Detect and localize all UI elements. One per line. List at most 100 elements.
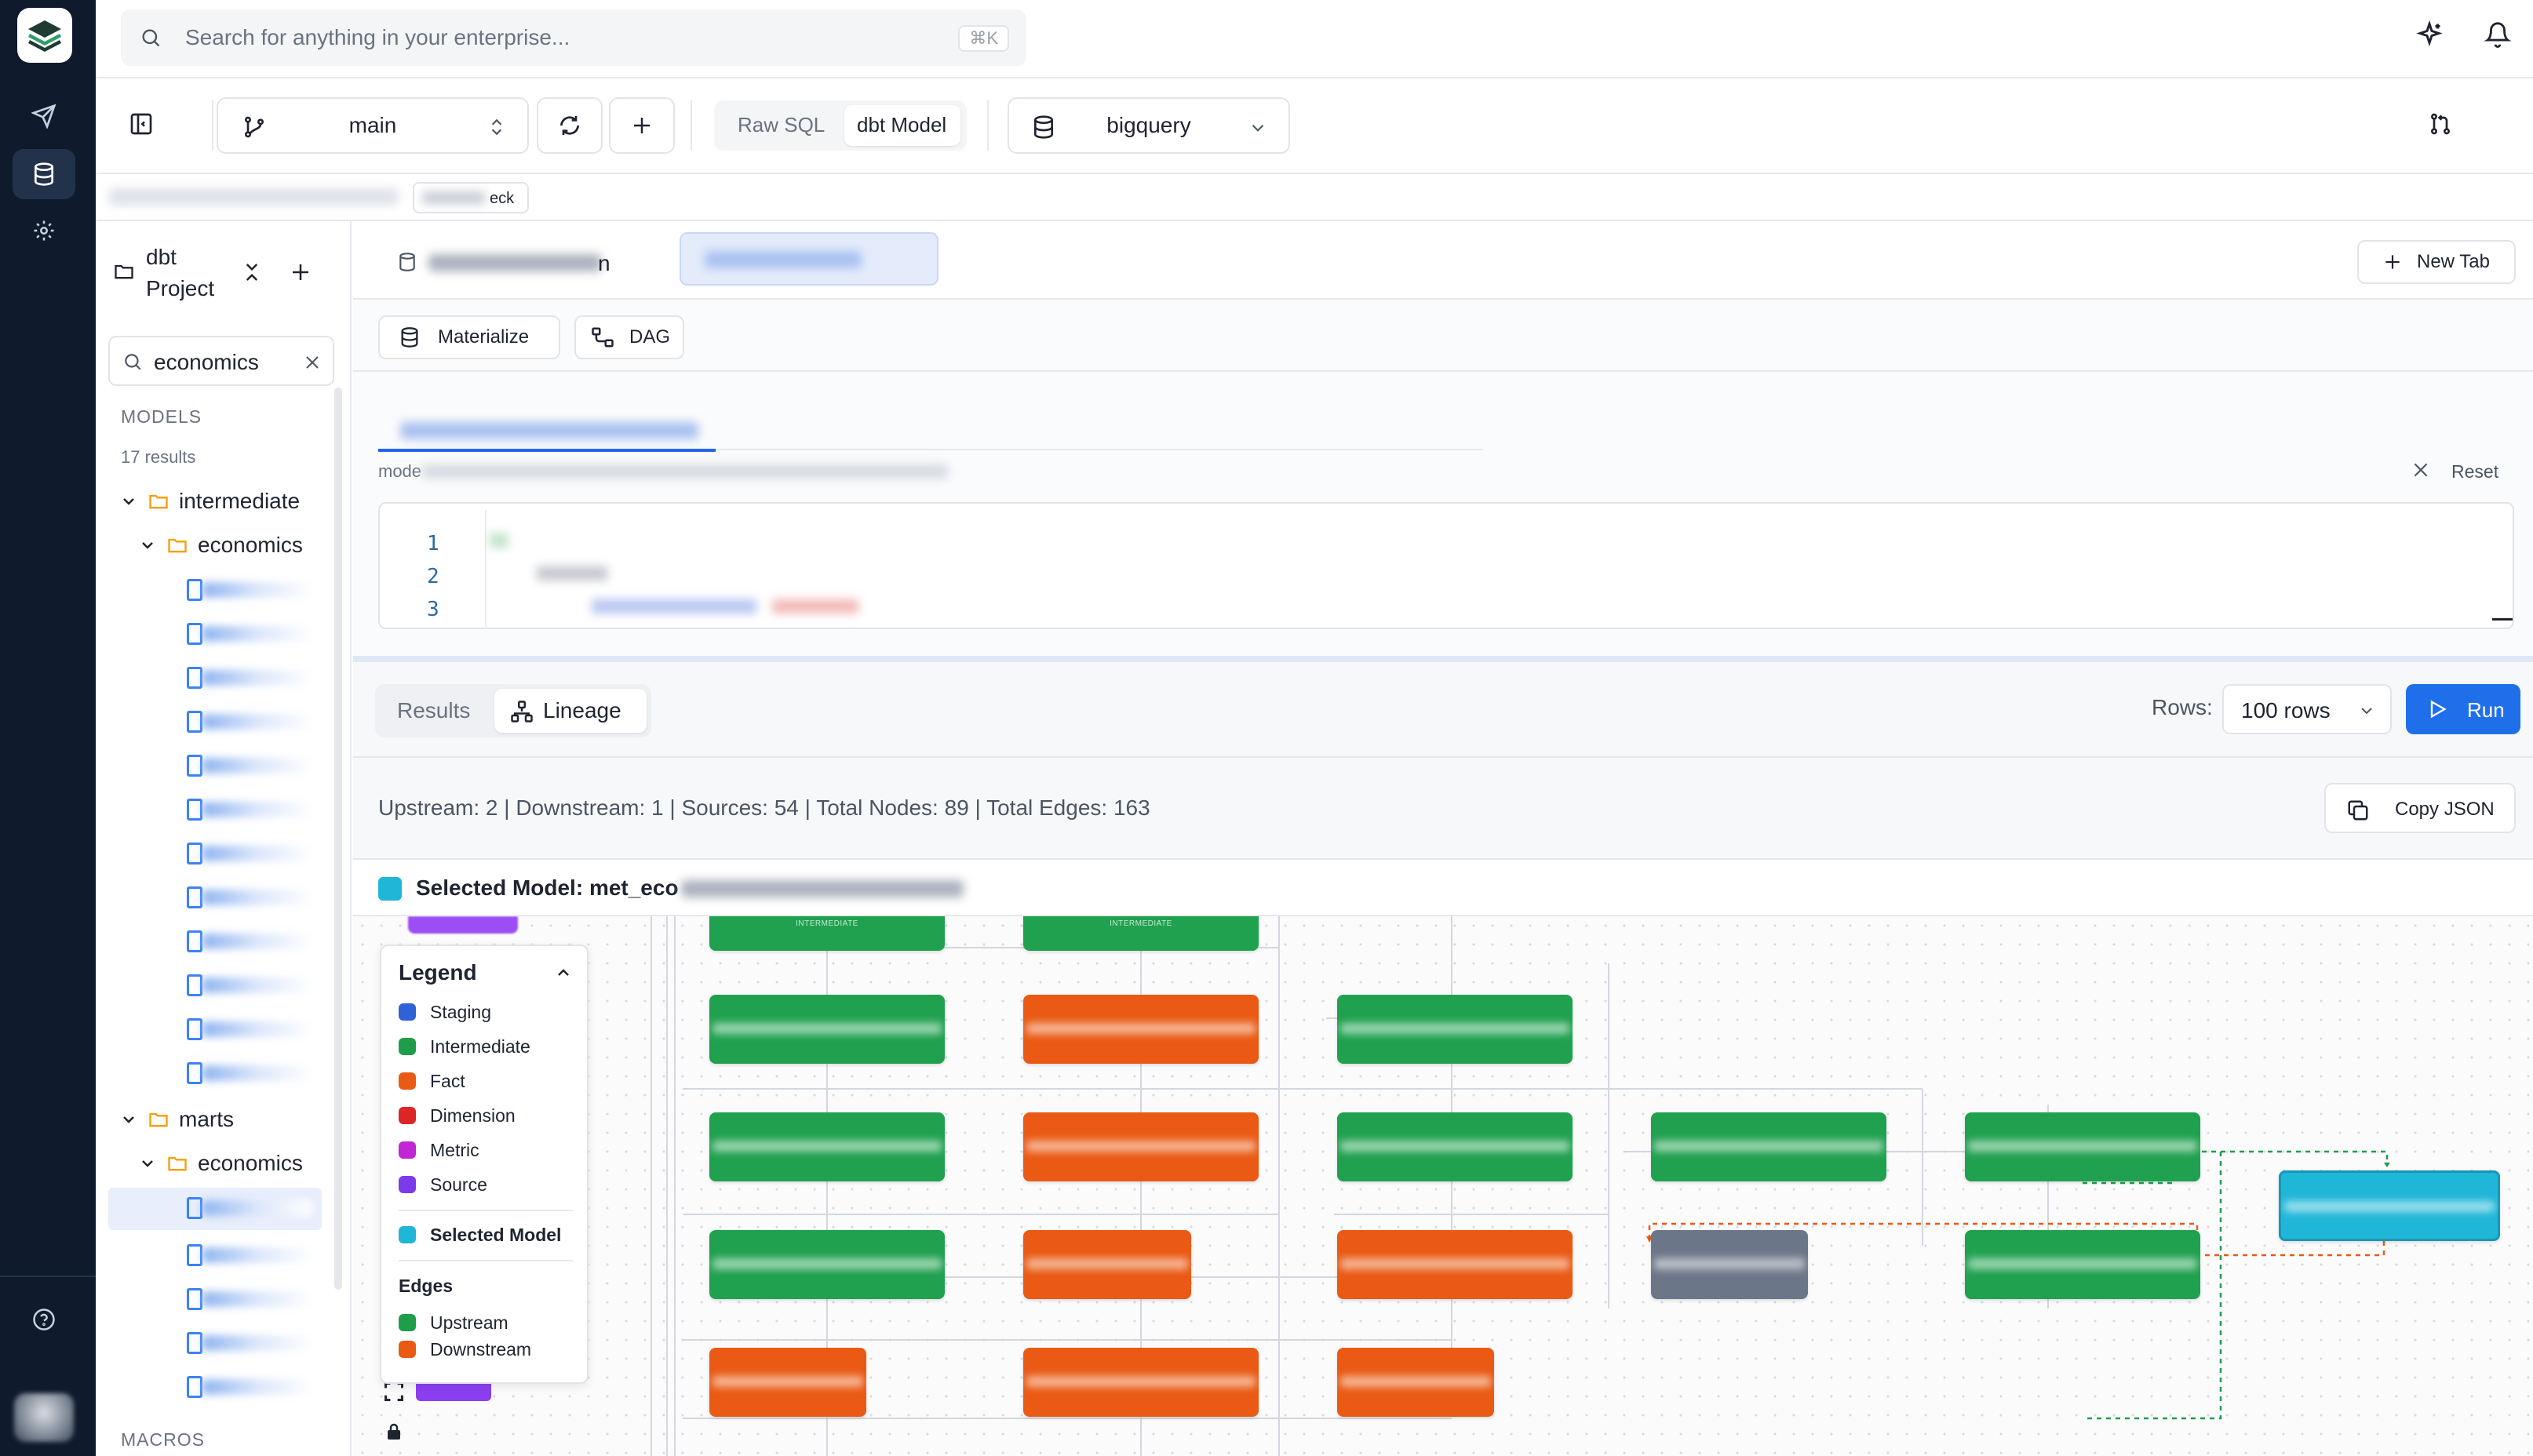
refresh-button[interactable] xyxy=(537,97,603,154)
tab-lineage[interactable]: Lineage xyxy=(494,689,647,733)
tree-file[interactable] xyxy=(187,1283,312,1315)
graph-node-intermediate[interactable] xyxy=(709,1112,945,1181)
file-tab[interactable]: n xyxy=(397,248,632,279)
graph-node-fact[interactable] xyxy=(1023,1230,1191,1299)
graph-node-intermediate[interactable] xyxy=(1337,1112,1573,1181)
tree-file[interactable] xyxy=(187,970,312,1001)
editor-resize-handle[interactable] xyxy=(2492,618,2513,621)
graph-node-intermediate[interactable] xyxy=(709,995,945,1064)
graph-node-fact[interactable] xyxy=(1023,1348,1259,1417)
warehouse-selector[interactable]: bigquery xyxy=(1008,97,1290,154)
reset-button[interactable]: Reset xyxy=(2451,461,2498,482)
graph-node-intermediate[interactable] xyxy=(709,1230,945,1299)
legend-item: Dimension xyxy=(399,1101,516,1130)
legend-item: Staging xyxy=(399,998,491,1026)
explorer-search-input[interactable]: economics xyxy=(154,350,259,375)
add-button[interactable] xyxy=(609,97,675,154)
tree-file[interactable] xyxy=(187,882,312,913)
add-item-icon[interactable] xyxy=(289,260,312,284)
tree-file-selected[interactable] xyxy=(187,1192,312,1224)
tree-folder-intermediate[interactable]: intermediate xyxy=(119,482,300,521)
graph-node-intermediate[interactable] xyxy=(1651,1112,1886,1181)
tree-file[interactable] xyxy=(187,1327,312,1359)
settings-nav-button[interactable] xyxy=(13,206,75,256)
database-nav-button[interactable] xyxy=(13,149,75,199)
tree-file[interactable] xyxy=(187,706,312,737)
tab-results[interactable]: Results xyxy=(397,698,470,723)
tree-file[interactable] xyxy=(187,794,312,825)
database-icon xyxy=(399,253,415,271)
file-icon xyxy=(187,799,202,821)
graph-node-intermediate[interactable]: INTERMEDIATE xyxy=(1023,916,1259,951)
selected-model-label: Selected Model: met_eco xyxy=(416,875,679,900)
graph-node-fact[interactable] xyxy=(1023,995,1259,1064)
close-icon[interactable] xyxy=(2411,460,2431,480)
explorer-search[interactable]: economics xyxy=(108,336,334,386)
ai-sparkle-button[interactable] xyxy=(2415,20,2444,49)
tree-file[interactable] xyxy=(187,1239,312,1271)
app-logo[interactable] xyxy=(17,8,72,63)
file-icon xyxy=(187,1332,202,1354)
panel-resize-divider[interactable] xyxy=(353,656,2533,662)
collapse-all-icon[interactable] xyxy=(240,259,264,286)
graph-node-source-partial[interactable] xyxy=(408,916,518,934)
graph-node-intermediate[interactable] xyxy=(1965,1230,2200,1299)
model-path-prefix: mode xyxy=(378,461,422,481)
line-number: 3 xyxy=(427,598,439,621)
chevron-down-icon xyxy=(142,1160,153,1167)
graph-node-fact[interactable] xyxy=(709,1348,866,1417)
tree-folder-economics[interactable]: economics xyxy=(138,526,303,565)
tree-file[interactable] xyxy=(187,926,312,957)
project-explorer: dbt Project economics MODELS 17 results … xyxy=(96,221,352,1456)
graph-node-staging[interactable] xyxy=(1651,1230,1808,1299)
file-tab-active-label xyxy=(705,251,862,268)
avatar[interactable] xyxy=(14,1393,74,1442)
send-nav-button[interactable] xyxy=(13,91,75,141)
tree-file[interactable] xyxy=(187,1014,312,1045)
branch-selector[interactable]: main xyxy=(217,97,529,154)
tree-file[interactable] xyxy=(187,618,312,650)
lock-icon[interactable] xyxy=(385,1421,403,1442)
run-button[interactable]: Run xyxy=(2406,684,2520,734)
new-tab-button[interactable]: New Tab xyxy=(2357,240,2516,284)
breadcrumb-chip[interactable]: eck xyxy=(413,182,529,213)
tree-file[interactable] xyxy=(187,750,312,781)
graph-node-fact[interactable] xyxy=(1337,1348,1494,1417)
graph-node-fact[interactable] xyxy=(1337,1230,1573,1299)
graph-node-intermediate[interactable]: INTERMEDIATE xyxy=(709,916,945,951)
toggle-sidebar-button[interactable] xyxy=(129,111,154,136)
explorer-scrollbar[interactable] xyxy=(334,388,342,1290)
chevron-up-icon[interactable] xyxy=(554,963,573,982)
tree-folder-marts[interactable]: marts xyxy=(119,1100,234,1139)
fit-view-icon[interactable] xyxy=(383,1381,405,1403)
clear-search-icon[interactable] xyxy=(303,353,322,372)
notifications-button[interactable] xyxy=(2484,20,2511,49)
help-nav-button[interactable] xyxy=(13,1294,75,1345)
graph-node-fact[interactable] xyxy=(1023,1112,1259,1181)
materialize-button[interactable]: Materialize xyxy=(378,315,560,359)
copy-json-button[interactable]: Copy JSON xyxy=(2324,783,2516,833)
dag-button[interactable]: DAG xyxy=(574,315,684,359)
tree-folder-economics[interactable]: economics xyxy=(138,1144,303,1183)
file-tab-active[interactable] xyxy=(680,232,938,286)
tree-file[interactable] xyxy=(187,1057,312,1089)
raw-sql-tab[interactable]: Raw SQL xyxy=(738,113,825,137)
rows-select[interactable]: 100 rows xyxy=(2222,684,2392,734)
graph-node-intermediate[interactable] xyxy=(1965,1112,2200,1181)
global-search[interactable]: Search for anything in your enterprise..… xyxy=(121,9,1026,66)
pull-request-button[interactable] xyxy=(2428,111,2453,136)
tree-file[interactable] xyxy=(187,1371,312,1403)
mode-toggle: Raw SQL dbt Model xyxy=(714,100,967,151)
graph-node-selected-model[interactable] xyxy=(2279,1170,2500,1241)
editor-subtab-active[interactable] xyxy=(378,411,716,452)
code-editor[interactable]: 1 2 3 xyxy=(378,502,2514,629)
lineage-graph[interactable]: INTERMEDIATE INTERMEDIATE xyxy=(353,916,2533,1456)
search-input[interactable]: Search for anything in your enterprise..… xyxy=(185,9,570,66)
tree-file[interactable] xyxy=(187,838,312,869)
file-icon xyxy=(187,930,202,952)
tree-file[interactable] xyxy=(187,662,312,693)
graph-node-intermediate[interactable] xyxy=(1337,995,1573,1064)
macros-section-title: MACROS xyxy=(121,1429,205,1450)
tree-file[interactable] xyxy=(187,574,312,606)
dbt-model-tab[interactable]: dbt Model xyxy=(857,113,946,137)
